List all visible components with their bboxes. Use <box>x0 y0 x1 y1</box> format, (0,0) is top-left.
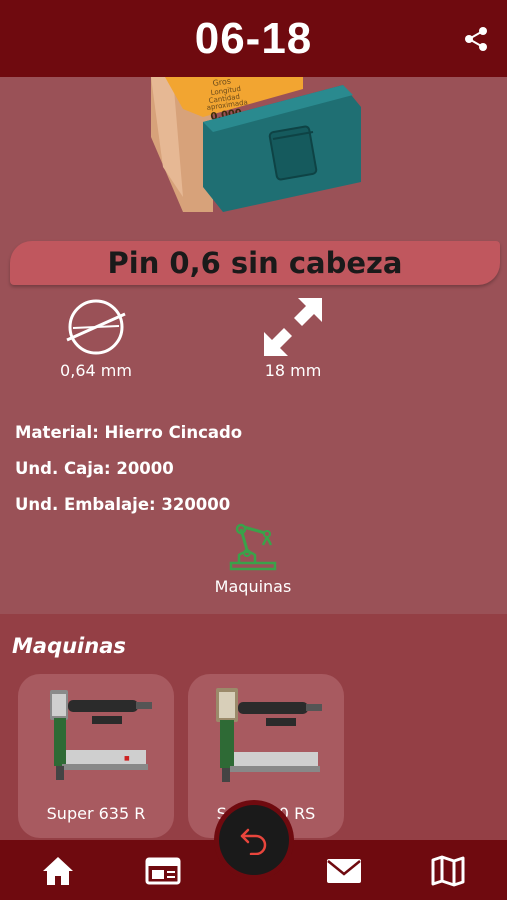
nav-home[interactable] <box>40 854 76 888</box>
share-icon[interactable] <box>463 26 489 52</box>
brand-mark: ■ <box>124 755 130 762</box>
nav-catalog[interactable] <box>145 854 181 888</box>
machines-section-title: Maquinas <box>12 634 126 658</box>
machines-link[interactable]: Maquinas <box>203 519 303 596</box>
nav-map[interactable] <box>430 854 466 888</box>
nailer-image <box>216 688 322 782</box>
units-pack-info: Und. Embalaje: 320000 <box>15 495 231 514</box>
product-name: Pin 0,6 sin cabeza <box>107 246 403 280</box>
page-title: 06-18 <box>194 13 313 63</box>
product-detail: Gros Longitud Cantidad aproximada 0.000 … <box>0 77 507 614</box>
map-icon[interactable] <box>431 855 465 887</box>
share-button[interactable] <box>461 24 491 54</box>
app-header: 06-18 <box>0 0 507 77</box>
nav-mail[interactable] <box>326 854 362 888</box>
machine-name[interactable]: Super 635 R <box>18 804 174 823</box>
diameter-spec: 0,64 mm <box>46 295 146 380</box>
home-icon[interactable] <box>41 855 75 887</box>
catalog-icon[interactable] <box>145 856 181 886</box>
product-image: Gros Longitud Cantidad aproximada 0.000 <box>151 77 361 212</box>
machines-link-label[interactable]: Maquinas <box>215 577 292 596</box>
length-spec: 18 mm <box>243 295 343 380</box>
robot-arm-icon[interactable] <box>227 519 279 571</box>
units-box-info: Und. Caja: 20000 <box>15 459 174 478</box>
length-value: 18 mm <box>264 361 322 380</box>
diameter-icon <box>66 299 126 355</box>
nailer-image: ■ <box>50 690 152 780</box>
diameter-value: 0,64 mm <box>60 361 132 380</box>
mail-icon[interactable] <box>326 857 362 885</box>
back-button[interactable] <box>219 805 289 875</box>
undo-icon[interactable] <box>239 825 269 855</box>
material-info: Material: Hierro Cincado <box>15 423 243 442</box>
machine-card[interactable]: ■ Super 635 R <box>18 674 174 838</box>
expand-arrows-icon <box>264 298 322 356</box>
back-button-container <box>214 800 294 880</box>
product-name-banner: Pin 0,6 sin cabeza <box>10 241 500 285</box>
